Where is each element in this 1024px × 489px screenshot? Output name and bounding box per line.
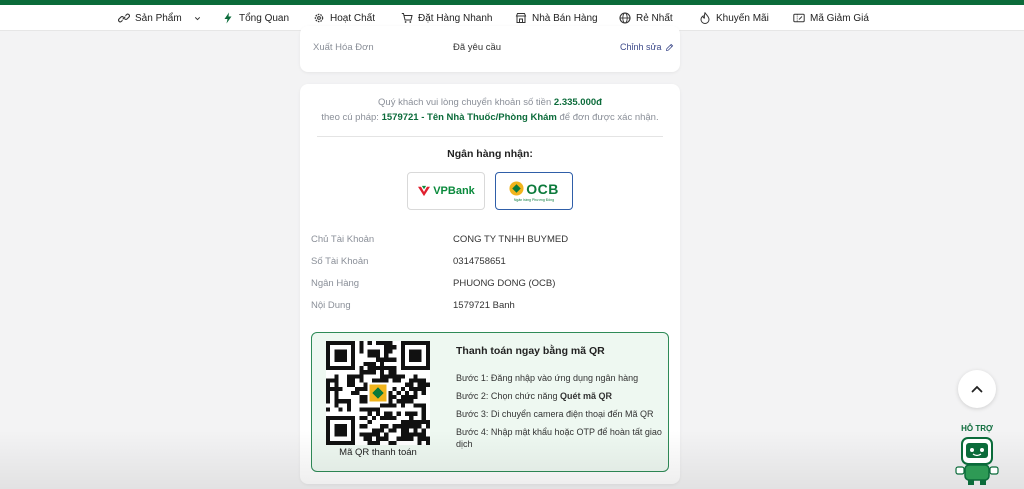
nav-label-active-ingredients: Hoạt Chất <box>330 12 376 24</box>
transfer-content-label: Nội Dung <box>311 300 351 311</box>
bank-option-ocb[interactable]: OCB Ngân hàng Phương Đông <box>495 172 573 210</box>
nav-item-promotions[interactable]: Khuyến Mãi <box>699 5 769 31</box>
support-widget[interactable]: HỖ TRỢ <box>944 424 1010 486</box>
globe-icon <box>619 12 631 24</box>
bank-select-title: Ngân hàng nhận: <box>447 148 533 160</box>
invoice-card: Xuất Hóa Đơn Đã yêu cầu Chỉnh sửa <box>300 26 680 72</box>
transfer-syntax-suffix: để đơn được xác nhận. <box>559 112 659 123</box>
nav-label-sellers: Nhà Bán Hàng <box>532 12 598 24</box>
coupon-icon <box>793 12 805 24</box>
qr-step-4-cont: dịch <box>456 439 473 449</box>
ocb-name: OCB <box>526 180 559 197</box>
transfer-amount-prefix: Quý khách vui lòng chuyển khoản số tiền <box>378 97 552 108</box>
support-mascot-icon <box>954 434 1000 486</box>
chevron-up-icon <box>970 382 984 396</box>
transfer-content-value: 1579721 Banh <box>453 300 515 311</box>
bank-name-value: PHUONG DONG (OCB) <box>453 278 556 289</box>
qr-step-2-text: Bước 2: Chọn chức năng <box>456 391 558 401</box>
nav-label-cheapest: Rẻ Nhất <box>636 12 673 24</box>
qr-title: Thanh toán ngay bằng mã QR <box>456 345 605 357</box>
nav-label-products: Sản Phẩm <box>135 12 182 24</box>
qr-step-3: Bước 3: Di chuyển camera điện thoại đến … <box>456 409 654 419</box>
payment-card: Quý khách vui lòng chuyển khoản số tiền … <box>300 84 680 484</box>
nav-label-coupons: Mã Giảm Giá <box>810 12 869 24</box>
transfer-syntax-prefix: theo cú pháp: <box>321 112 379 123</box>
bank-option-vpbank[interactable]: VPBank <box>407 172 485 210</box>
qr-code <box>326 341 430 445</box>
qr-step-1: Bước 1: Đăng nhập vào ứng dụng ngân hàng <box>456 373 639 383</box>
transfer-instruction-line1: Quý khách vui lòng chuyển khoản số tiền … <box>300 97 680 108</box>
support-label: HỖ TRỢ <box>961 424 993 433</box>
bank-name-label: Ngân Hàng <box>311 278 360 289</box>
link-icon <box>118 12 130 24</box>
chevron-down-icon <box>193 14 202 23</box>
flame-icon <box>699 12 711 24</box>
nav-item-overview[interactable]: Tổng Quan <box>222 5 289 31</box>
qr-step-2-bold: Quét mã QR <box>560 391 613 401</box>
cart-icon <box>401 12 413 24</box>
gear-icon <box>313 12 325 24</box>
qr-step-2: Bước 2: Chọn chức năng Quét mã QR <box>456 391 612 401</box>
qr-caption: Mã QR thanh toán <box>339 447 417 458</box>
account-number-label: Số Tài Khoản <box>311 256 369 267</box>
transfer-instruction-line2: theo cú pháp: 1579721 - Tên Nhà Thuốc/Ph… <box>300 112 680 123</box>
transfer-syntax: 1579721 - Tên Nhà Thuốc/Phòng Khám <box>381 112 557 123</box>
pencil-icon <box>665 43 674 52</box>
edit-invoice-label: Chỉnh sửa <box>620 42 662 52</box>
scroll-to-top-button[interactable] <box>958 370 996 408</box>
invoice-status: Đã yêu cầu <box>453 42 502 53</box>
store-icon <box>515 12 527 24</box>
divider <box>317 136 663 137</box>
ocb-tagline: Ngân hàng Phương Đông <box>513 197 555 202</box>
nav-item-coupons[interactable]: Mã Giảm Giá <box>793 5 869 31</box>
qr-payment-box: Mã QR thanh toán Thanh toán ngay bằng mã… <box>311 332 669 472</box>
account-holder-label: Chủ Tài Khoản <box>311 234 375 245</box>
account-holder-value: CONG TY TNHH BUYMED <box>453 234 569 245</box>
nav-label-quick-order: Đặt Hàng Nhanh <box>418 12 493 24</box>
lightning-icon <box>222 12 234 24</box>
transfer-amount: 2.335.000đ <box>553 97 602 108</box>
nav-label-promotions: Khuyến Mãi <box>716 12 769 24</box>
edit-invoice-link[interactable]: Chỉnh sửa <box>620 42 674 52</box>
nav-item-products[interactable]: Sản Phẩm <box>118 5 202 31</box>
vpbank-name: VPBank <box>433 185 475 197</box>
nav-label-overview: Tổng Quan <box>239 12 290 24</box>
ocb-logo-icon: OCB Ngân hàng Phương Đông <box>509 181 559 202</box>
vpbank-logo-icon: VPBank <box>417 185 475 197</box>
invoice-label: Xuất Hóa Đơn <box>313 42 374 53</box>
account-number-value: 0314758651 <box>453 256 506 267</box>
qr-step-4: Bước 4: Nhập mật khẩu hoặc OTP để hoàn t… <box>456 427 662 437</box>
